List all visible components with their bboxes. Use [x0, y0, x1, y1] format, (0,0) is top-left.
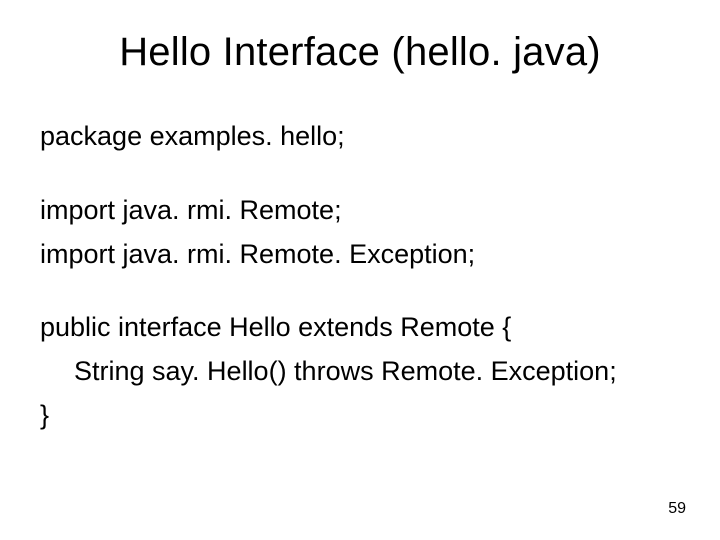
slide-title: Hello Interface (hello. java) — [0, 30, 720, 75]
code-line-package: package examples. hello; — [40, 118, 680, 156]
blank-line — [40, 279, 680, 309]
page-number: 59 — [668, 500, 686, 518]
code-line-import-2: import java. rmi. Remote. Exception; — [40, 236, 680, 274]
blank-line — [40, 162, 680, 192]
code-line-interface-open: public interface Hello extends Remote { — [40, 309, 680, 347]
slide: Hello Interface (hello. java) package ex… — [0, 0, 720, 540]
code-line-close: } — [40, 397, 680, 435]
code-line-import-1: import java. rmi. Remote; — [40, 192, 680, 230]
slide-body: package examples. hello; import java. rm… — [40, 118, 680, 441]
code-line-method: String say. Hello() throws Remote. Excep… — [40, 353, 680, 391]
